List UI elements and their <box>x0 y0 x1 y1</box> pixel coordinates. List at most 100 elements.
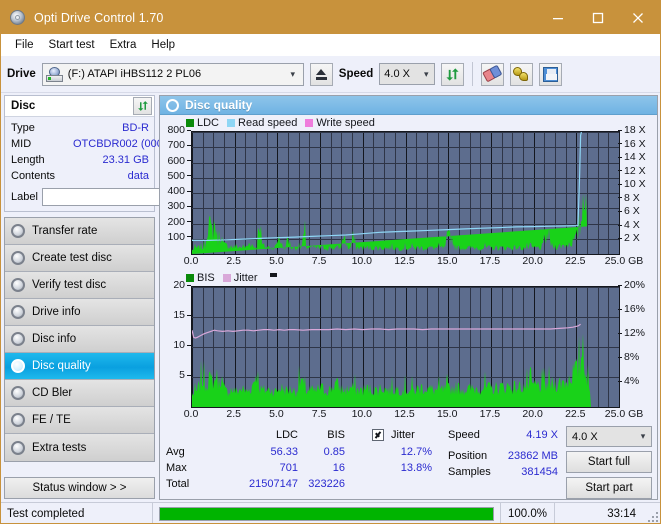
disc-icon <box>11 359 25 373</box>
sidebar-item-transfer-rate[interactable]: Transfer rate <box>5 218 154 245</box>
floppy-save-icon <box>543 67 558 82</box>
stats-col-ldc: LDC <box>238 429 298 441</box>
test-speed-select[interactable]: 4.0 X ▾ <box>566 426 652 447</box>
disc-row-contents: Contents data <box>11 168 149 184</box>
legend-label-bis: BIS <box>197 272 215 284</box>
sidebar-item-label: Transfer rate <box>32 225 97 237</box>
y-tick-label: 20 <box>160 279 191 291</box>
refresh-disc-button[interactable] <box>133 97 152 115</box>
sidebar-item-label: Drive info <box>32 306 81 318</box>
maximize-button[interactable] <box>578 2 618 33</box>
menu-start-test[interactable]: Start test <box>43 37 104 54</box>
drive-label: Drive <box>7 68 36 80</box>
y2-tick-label: 4 X <box>618 219 640 231</box>
main-body: Disc Type BD-R MID OTCB <box>1 93 660 502</box>
eraser-icon <box>482 65 503 84</box>
legend-entry-read-speed: Read speed <box>227 117 297 129</box>
stats-row-total: Total <box>166 478 189 490</box>
start-part-button[interactable]: Start part <box>566 477 652 499</box>
samples-stat-value: 381454 <box>492 466 558 478</box>
sidebar-spacer <box>4 462 155 477</box>
sidebar-item-fe-te[interactable]: FE / TE <box>5 407 154 434</box>
stats-col-bis: BIS <box>300 429 345 441</box>
y2-tick-label: 12 X <box>618 165 646 177</box>
y2-tick-label: 8 X <box>618 192 640 204</box>
erase-button[interactable] <box>481 63 504 86</box>
close-button[interactable] <box>618 2 658 33</box>
position-stat-label: Position <box>448 450 487 462</box>
disc-icon <box>11 251 25 265</box>
disc-icon <box>11 278 25 292</box>
sidebar-item-disc-quality[interactable]: Disc quality <box>5 353 154 380</box>
eject-button[interactable] <box>310 63 333 86</box>
jitter-checkbox[interactable] <box>372 429 384 441</box>
test-speed-value: 4.0 X <box>572 431 598 443</box>
disc-row-value: data <box>73 170 149 182</box>
stats-total-bis: 323226 <box>290 478 345 490</box>
series-jitter <box>192 324 581 338</box>
x-tick-label: 5.0 <box>252 255 300 267</box>
menu-bar: File Start test Extra Help <box>1 34 660 56</box>
disc-icon <box>11 386 25 400</box>
legend-label-jitter: Jitter <box>234 272 258 284</box>
x-tick-label: 25.0 GB <box>600 408 648 420</box>
y-tick-label: 10 <box>160 339 191 351</box>
stats-avg-bis: 0.85 <box>300 446 345 458</box>
menu-extra[interactable]: Extra <box>104 37 146 54</box>
x-tick-label: 10.0 <box>338 408 386 420</box>
x-tick-label: 10.0 <box>338 255 386 267</box>
y-tick-label: 600 <box>160 155 191 167</box>
start-full-button[interactable]: Start full <box>566 451 652 473</box>
legend-swatch-jitter <box>223 274 231 282</box>
legend-label-ldc: LDC <box>197 117 219 129</box>
sidebar-item-disc-info[interactable]: Disc info <box>5 326 154 353</box>
legend-label-read-speed: Read speed <box>238 117 297 129</box>
menu-help[interactable]: Help <box>145 37 184 54</box>
bis-chart[interactable]: 51015204%8%12%16%20%0.02.55.07.510.012.5… <box>160 285 657 425</box>
disc-label-key: Label <box>11 191 38 203</box>
y-tick-label: 5 <box>160 369 191 381</box>
x-tick-label: 7.5 <box>295 408 343 420</box>
ldc-chart[interactable]: 1002003004005006007008002 X4 X6 X8 X10 X… <box>160 130 657 272</box>
sidebar-item-drive-info[interactable]: Drive info <box>5 299 154 326</box>
refresh-button[interactable] <box>441 63 464 86</box>
y2-tick-label: 20% <box>618 279 645 291</box>
stats-max-bis: 16 <box>300 462 345 474</box>
sidebar-item-verify-test-disc[interactable]: Verify test disc <box>5 272 154 299</box>
refresh-arrows-icon <box>137 100 149 112</box>
sidebar-item-create-test-disc[interactable]: Create test disc <box>5 245 154 272</box>
disc-icon <box>11 441 25 455</box>
y2-tick-label: 2 X <box>618 232 640 244</box>
elapsed-time: 33:14 <box>554 503 646 524</box>
chart2-svg <box>192 287 619 407</box>
minimize-button[interactable] <box>538 2 578 33</box>
plug-button[interactable] <box>510 63 533 86</box>
disc-icon <box>11 305 25 319</box>
x-tick-label: 0.0 <box>167 255 215 267</box>
toolbar-separator <box>472 62 473 86</box>
jitter-max: 13.8% <box>380 462 432 474</box>
sidebar-item-extra-tests[interactable]: Extra tests <box>5 434 154 461</box>
drive-select[interactable]: (F:) ATAPI iHBS112 2 PL06 ▾ <box>42 63 304 86</box>
save-button[interactable] <box>539 63 562 86</box>
y2-tick-label: 18 X <box>618 124 646 136</box>
status-window-button[interactable]: Status window > > <box>4 477 155 499</box>
stats-avg-ldc: 56.33 <box>228 446 298 458</box>
x-tick-label: 22.5 <box>551 255 599 267</box>
resize-grip[interactable] <box>646 503 660 524</box>
y-tick-label: 300 <box>160 200 191 212</box>
disc-row-length: Length 23.31 GB <box>11 152 149 168</box>
menu-file[interactable]: File <box>9 37 43 54</box>
x-tick-label: 12.5 <box>381 408 429 420</box>
stats-row-avg: Avg <box>166 446 185 458</box>
x-tick-label: 20.0 <box>509 408 557 420</box>
page-title: Disc quality <box>185 98 252 112</box>
progress-percent: 100.0% <box>500 503 554 524</box>
disc-row-key: Length <box>11 154 73 166</box>
stats-row-max: Max <box>166 462 187 474</box>
y-tick-label: 100 <box>160 231 191 243</box>
y-tick-label: 700 <box>160 139 191 151</box>
disc-row-value: BD-R <box>73 122 149 134</box>
speed-select[interactable]: 4.0 X ▾ <box>379 63 435 85</box>
sidebar-item-cd-bler[interactable]: CD Bler <box>5 380 154 407</box>
